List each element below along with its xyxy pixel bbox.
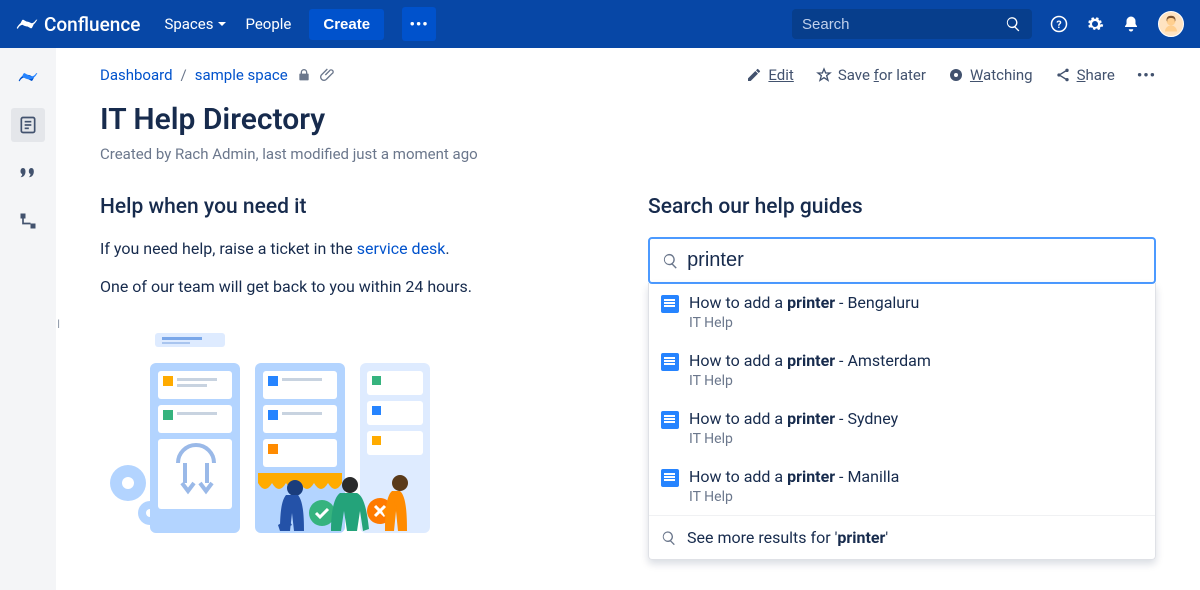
livesearch-result[interactable]: How to add a printer - Amsterdam IT Help xyxy=(649,341,1155,399)
result-title: How to add a printer - Amsterdam xyxy=(689,351,931,370)
livesearch-result[interactable]: How to add a printer - Manilla IT Help xyxy=(649,457,1155,515)
page-icon xyxy=(661,411,679,429)
service-desk-link[interactable]: service desk xyxy=(357,239,446,258)
crumb-dashboard[interactable]: Dashboard xyxy=(100,66,173,84)
nav-items: Spaces People Create ••• xyxy=(164,7,436,41)
page-icon xyxy=(661,353,679,371)
result-space: IT Help xyxy=(689,373,931,389)
nav-right-icons: ? xyxy=(1050,11,1184,37)
confluence-icon xyxy=(16,13,38,35)
share-icon xyxy=(1055,67,1071,83)
nav-people-label: People xyxy=(245,15,291,33)
result-title: How to add a printer - Manilla xyxy=(689,467,899,486)
top-navbar: Confluence Spaces People Create ••• ? xyxy=(0,0,1200,48)
right-heading: Search our help guides xyxy=(648,195,1156,219)
crumb-sep: / xyxy=(181,66,187,84)
page-icon xyxy=(661,469,679,487)
see-more-label: See more results for 'printer' xyxy=(687,528,888,547)
sidebar-blog[interactable] xyxy=(11,156,45,190)
chevron-down-icon xyxy=(217,19,227,29)
action-share-label: Share xyxy=(1077,66,1115,84)
settings-icon[interactable] xyxy=(1086,15,1104,33)
page-icon xyxy=(18,115,38,135)
livesearch-box[interactable] xyxy=(648,237,1156,284)
livesearch-input[interactable] xyxy=(687,249,1142,272)
left-p2: One of our team will get back to you wit… xyxy=(100,275,608,299)
livesearch-dropdown: How to add a printer - BengaluruIT HelpH… xyxy=(648,283,1156,560)
search-icon xyxy=(661,530,677,546)
page-byline: Created by Rach Admin, last modified jus… xyxy=(100,145,1156,163)
product-name: Confluence xyxy=(44,13,140,36)
result-title: How to add a printer - Sydney xyxy=(689,409,898,428)
sidebar-resize-handle[interactable]: || xyxy=(57,319,58,330)
left-column: Help when you need it If you need help, … xyxy=(100,195,608,567)
product-logo[interactable]: Confluence xyxy=(16,13,140,36)
avatar-face-icon xyxy=(1162,15,1180,33)
sidebar-page-tree[interactable] xyxy=(11,204,45,238)
tree-icon xyxy=(18,211,38,231)
search-icon xyxy=(1005,15,1022,33)
star-icon xyxy=(816,67,832,83)
crumb-space[interactable]: sample space xyxy=(195,66,288,84)
nav-spaces[interactable]: Spaces xyxy=(164,15,227,33)
nav-people[interactable]: People xyxy=(245,15,291,33)
profile-avatar[interactable] xyxy=(1158,11,1184,37)
global-search[interactable] xyxy=(792,9,1032,39)
svg-text:?: ? xyxy=(1056,18,1061,31)
breadcrumb: Dashboard / sample space xyxy=(100,66,336,84)
left-heading: Help when you need it xyxy=(100,195,608,219)
action-save-label: Save for later xyxy=(838,66,926,84)
result-space: IT Help xyxy=(689,489,899,505)
restrictions-icon[interactable] xyxy=(296,67,312,83)
action-edit-label: Edit xyxy=(768,66,793,84)
quote-icon xyxy=(18,163,38,183)
right-column: Search our help guides How to add a prin… xyxy=(648,195,1156,567)
sidebar-space-home[interactable] xyxy=(11,60,45,94)
action-watching[interactable]: Watching xyxy=(948,66,1033,84)
pencil-icon xyxy=(746,67,762,83)
create-button[interactable]: Create xyxy=(309,9,384,40)
nav-more-button[interactable]: ••• xyxy=(402,7,436,41)
attachments-icon[interactable] xyxy=(320,67,336,83)
sidebar-pages[interactable] xyxy=(11,108,45,142)
page-icon xyxy=(661,295,679,313)
page-actions: Edit Save for later Watching Share ••• xyxy=(746,66,1156,84)
action-more[interactable]: ••• xyxy=(1137,66,1156,84)
space-sidebar: || xyxy=(0,48,56,590)
left-p1: If you need help, raise a ticket in the … xyxy=(100,237,608,261)
action-edit[interactable]: Edit xyxy=(746,66,793,84)
page-title: IT Help Directory xyxy=(100,102,1156,137)
action-save-for-later[interactable]: Save for later xyxy=(816,66,926,84)
livesearch-see-more[interactable]: See more results for 'printer' xyxy=(649,515,1155,559)
notifications-icon[interactable] xyxy=(1122,15,1140,33)
page-content: Dashboard / sample space Edit Save for l… xyxy=(56,48,1200,590)
nav-spaces-label: Spaces xyxy=(164,15,213,33)
result-space: IT Help xyxy=(689,431,898,447)
search-icon xyxy=(662,252,679,270)
global-search-input[interactable] xyxy=(802,16,1005,33)
eye-icon xyxy=(948,67,964,83)
result-title: How to add a printer - Bengaluru xyxy=(689,293,919,312)
confluence-icon xyxy=(18,67,38,87)
help-icon[interactable]: ? xyxy=(1050,15,1068,33)
result-space: IT Help xyxy=(689,315,919,331)
action-watching-label: Watching xyxy=(970,66,1033,84)
livesearch-result[interactable]: How to add a printer - Bengaluru IT Help xyxy=(649,283,1155,341)
livesearch-result[interactable]: How to add a printer - Sydney IT Help xyxy=(649,399,1155,457)
help-illustration xyxy=(100,323,430,563)
action-share[interactable]: Share xyxy=(1055,66,1115,84)
